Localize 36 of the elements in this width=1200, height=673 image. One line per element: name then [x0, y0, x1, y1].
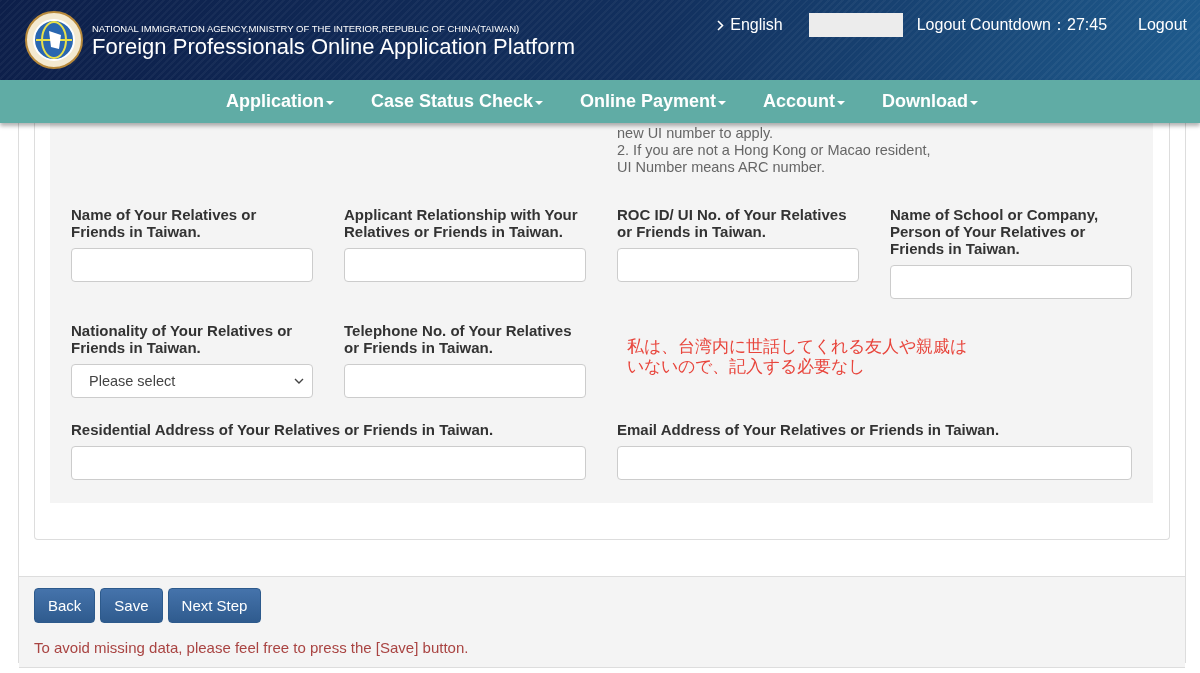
input-field[interactable]: [890, 265, 1132, 299]
caret-icon: [325, 101, 334, 105]
chevron-down-icon: [294, 378, 304, 384]
field-label: Name of School or Company, Person of Your Relatives or Friends in Taiwan.: [890, 206, 1100, 257]
logout-link[interactable]: Logout: [1138, 16, 1187, 34]
agency-name: NATIONAL IMMIGRATION AGENCY,MINISTRY OF THE INTERIOR,REPUBLIC OF CHINA(TAIWAN): [92, 23, 521, 34]
caret-icon: [535, 101, 543, 105]
help-note: new UI number to apply. 2. If you are not a Hong Kong or Macao resident, UI Number means ARC number.: [617, 125, 932, 176]
field-label: Residential Address of Your Relatives or Friends in Taiwan.: [71, 421, 495, 438]
input-field[interactable]: [71, 446, 586, 480]
logout-countdown: Logout Countdown：27:45: [916, 14, 1108, 35]
field-label: Name of Your Relatives or Friends in Taiwan.: [71, 206, 258, 240]
action-button[interactable]: Next Step: [167, 588, 262, 623]
action-button[interactable]: Back: [34, 588, 96, 623]
nationality-select[interactable]: Please select: [71, 364, 313, 398]
input-field[interactable]: [344, 364, 586, 398]
input-field[interactable]: [617, 446, 1132, 480]
field-label: Telephone No. of Your Relatives or Friends in Taiwan.: [344, 322, 573, 356]
field-label: ROC ID/ UI No. of Your Relatives or Friends in Taiwan.: [617, 206, 848, 240]
field-label: Email Address of Your Relatives or Friends in Taiwan.: [617, 421, 1001, 438]
caret-icon: [837, 101, 846, 105]
language-label: English: [730, 16, 783, 34]
input-field[interactable]: [71, 248, 313, 282]
emblem-logo: [25, 11, 83, 69]
input-field[interactable]: [344, 248, 586, 282]
annotation-note: 私は、台湾内に世話してくれる友人や親戚は いないので、記入する必要なし: [627, 336, 968, 376]
save-reminder: To avoid missing data, please feel free to press the [Save] button.: [34, 639, 470, 656]
input-field[interactable]: [617, 248, 859, 282]
field-label: Nationality of Your Relatives or Friends in Taiwan.: [71, 322, 294, 356]
language-link[interactable]: English: [717, 16, 783, 34]
action-button[interactable]: Save: [100, 588, 163, 623]
caret-icon: [970, 101, 979, 105]
field-label: Applicant Relationship with Your Relatives or Friends in Taiwan.: [344, 206, 579, 240]
site-title: Foreign Professionals Online Application Platform: [92, 34, 576, 60]
caret-icon: [718, 101, 727, 105]
chevron-right-icon: [717, 19, 725, 31]
